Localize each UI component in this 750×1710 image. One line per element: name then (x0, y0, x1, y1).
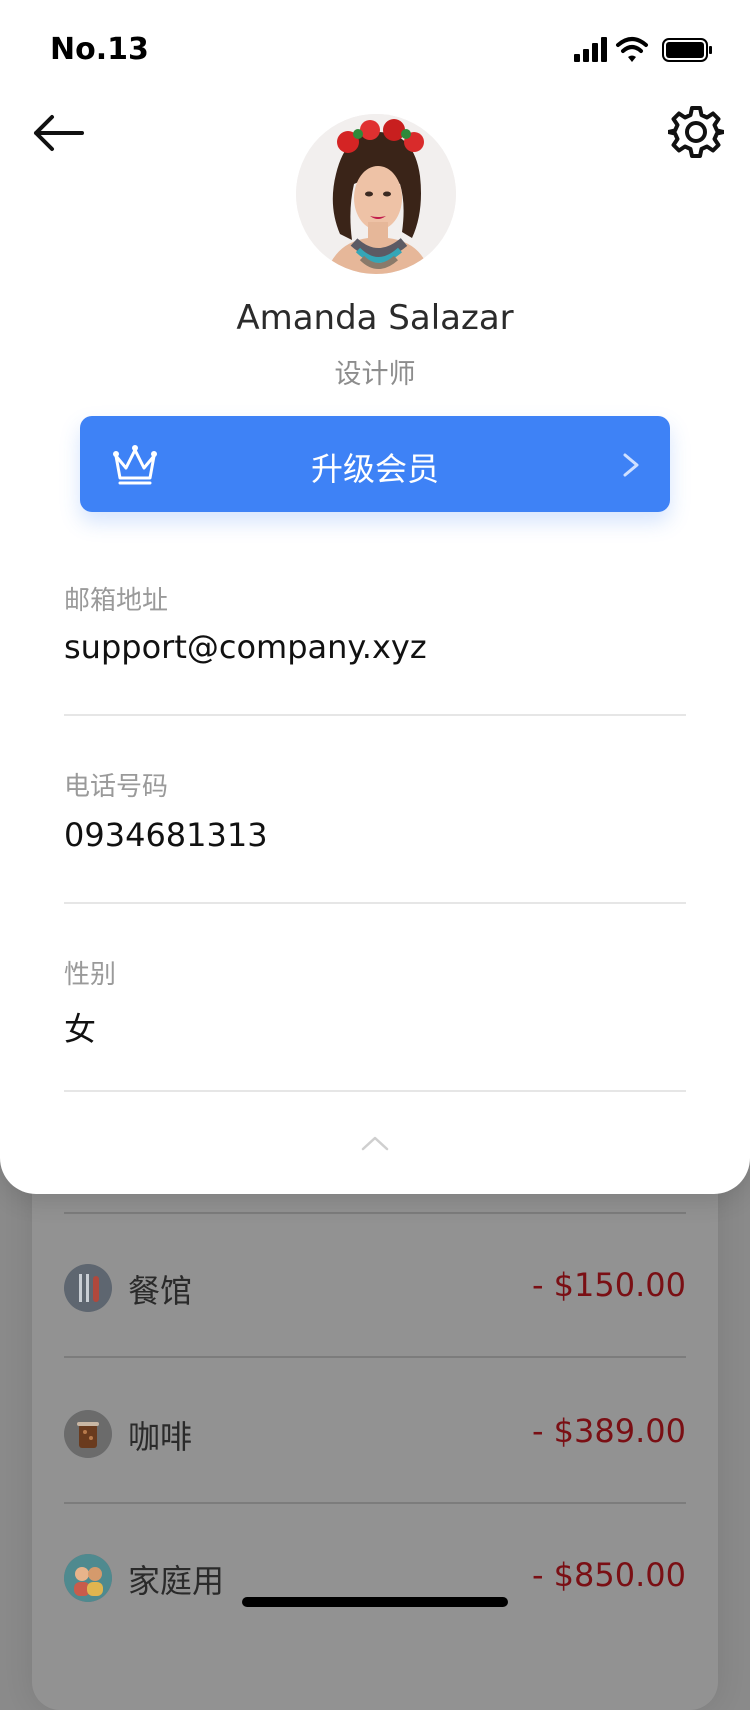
transaction-amount: - $389.00 (531, 1412, 686, 1450)
transaction-label: 咖啡 (128, 1418, 193, 1456)
profile-role: 设计师 (334, 359, 416, 390)
email-label: 邮箱地址 (64, 586, 169, 616)
transactions-divider (64, 1356, 686, 1358)
status-icons (574, 34, 714, 64)
phone-value[interactable]: 0934681313 (64, 816, 268, 854)
phone-label: 电话号码 (64, 772, 169, 802)
transaction-amount: - $150.00 (531, 1266, 686, 1304)
transactions-divider (64, 1502, 686, 1504)
field-divider (64, 1090, 686, 1092)
gender-label: 性别 (64, 960, 117, 990)
profile-sheet: No.13 Amanda Salazar 设计师 升级会员 邮箱地址 suppo… (0, 0, 750, 1194)
transaction-label: 餐馆 (128, 1272, 193, 1310)
family-icon (64, 1554, 112, 1602)
gear-icon[interactable] (666, 104, 726, 160)
chevron-up-icon[interactable] (360, 1134, 390, 1152)
status-time: No.13 (50, 32, 149, 67)
upgrade-membership-label: 升级会员 (310, 450, 439, 488)
field-divider (64, 902, 686, 904)
wifi-icon (616, 37, 648, 62)
profile-name: Amanda Salazar (236, 298, 514, 338)
signal-icon (574, 37, 607, 62)
transaction-row[interactable]: 餐馆 - $150.00 (64, 1258, 686, 1318)
battery-icon (662, 38, 712, 62)
email-value[interactable]: support@company.xyz (64, 628, 427, 666)
back-arrow-icon[interactable] (30, 110, 86, 156)
transaction-amount: - $850.00 (531, 1556, 686, 1594)
upgrade-membership-button[interactable]: 升级会员 (80, 416, 670, 512)
avatar[interactable] (296, 114, 456, 274)
coffee-icon (64, 1410, 112, 1458)
transactions-divider (64, 1212, 686, 1214)
home-indicator[interactable] (242, 1597, 508, 1607)
chevron-right-icon (622, 452, 640, 478)
gender-value[interactable]: 女 (64, 1004, 96, 1050)
transaction-row[interactable]: 咖啡 - $389.00 (64, 1404, 686, 1464)
transaction-label: 家庭用 (128, 1562, 225, 1600)
utensils-icon (64, 1264, 112, 1312)
field-divider (64, 714, 686, 716)
